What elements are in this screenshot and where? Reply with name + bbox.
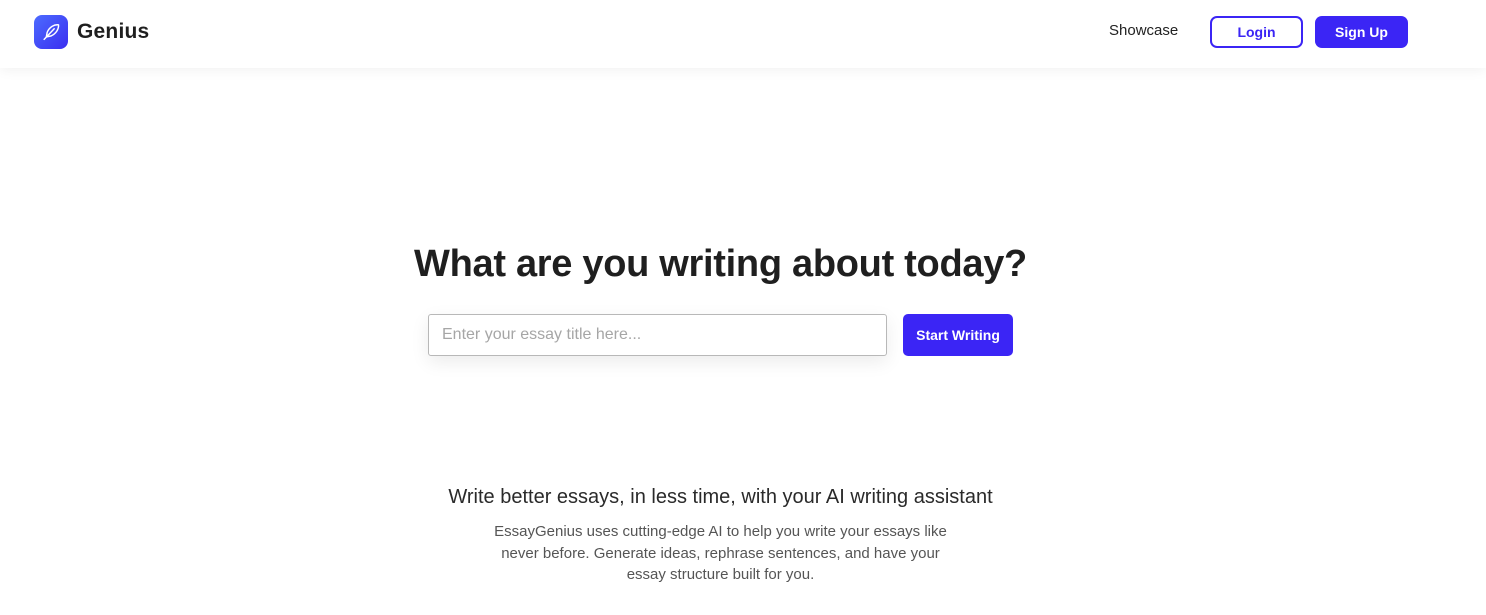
features-heading: Write better essays, in less time, with … bbox=[448, 486, 993, 508]
features-description: EssayGenius uses cutting-edge AI to help… bbox=[494, 523, 947, 583]
essay-title-input[interactable] bbox=[428, 314, 887, 356]
start-writing-button[interactable]: Start Writing bbox=[903, 314, 1013, 356]
feather-icon bbox=[34, 15, 68, 49]
logo-link[interactable]: Genius bbox=[34, 15, 149, 49]
nav-link-showcase[interactable]: Showcase bbox=[1109, 22, 1178, 39]
login-button[interactable]: Login bbox=[1210, 16, 1303, 48]
page-title: What are you writing about today? bbox=[414, 243, 1027, 285]
top-navbar: Genius Showcase Login Sign Up bbox=[0, 0, 1486, 68]
logo-text: Genius bbox=[77, 20, 150, 43]
signup-button[interactable]: Sign Up bbox=[1315, 16, 1408, 48]
